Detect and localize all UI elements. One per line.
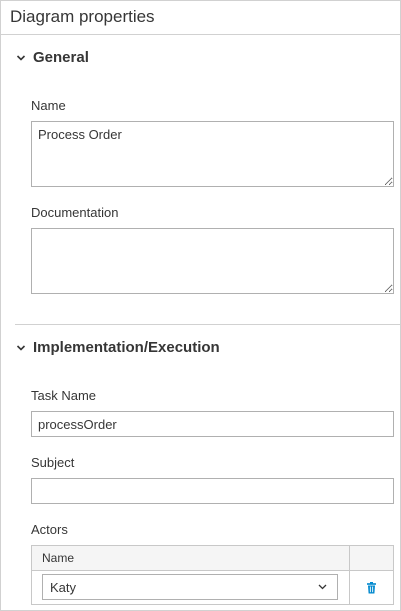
- section-general-header[interactable]: General: [15, 49, 89, 66]
- subject-input[interactable]: [31, 478, 394, 504]
- trash-icon[interactable]: [366, 581, 377, 594]
- documentation-label: Documentation: [31, 205, 119, 220]
- name-field[interactable]: Process Order: [31, 121, 394, 187]
- documentation-field[interactable]: [31, 228, 394, 294]
- diagram-properties-panel: Diagram properties General Name Process …: [0, 0, 401, 611]
- actor-select-value: Katy: [50, 579, 77, 595]
- actor-actions-cell: [350, 571, 393, 604]
- table-row: Katy: [32, 571, 393, 604]
- section-general-title: General: [33, 49, 89, 66]
- name-label: Name: [31, 98, 66, 113]
- chevron-down-icon: [318, 584, 327, 590]
- chevron-down-icon: [15, 342, 27, 354]
- actors-column-actions: [350, 546, 393, 570]
- chevron-down-icon: [15, 52, 27, 64]
- section-divider: [15, 324, 400, 325]
- actor-name-cell: Katy: [32, 571, 350, 604]
- task-name-label: Task Name: [31, 388, 97, 403]
- actors-table-header: Name: [32, 546, 393, 571]
- subject-label: Subject: [31, 455, 75, 470]
- actors-column-name: Name: [32, 546, 350, 570]
- panel-title: Diagram properties: [1, 1, 400, 35]
- actors-label: Actors: [31, 522, 68, 537]
- section-implementation-title: Implementation/Execution: [33, 339, 220, 356]
- task-name-input[interactable]: [31, 411, 394, 437]
- actor-select[interactable]: Katy: [42, 574, 338, 600]
- actors-table: Name Katy: [31, 545, 394, 605]
- section-implementation-header[interactable]: Implementation/Execution: [15, 339, 220, 356]
